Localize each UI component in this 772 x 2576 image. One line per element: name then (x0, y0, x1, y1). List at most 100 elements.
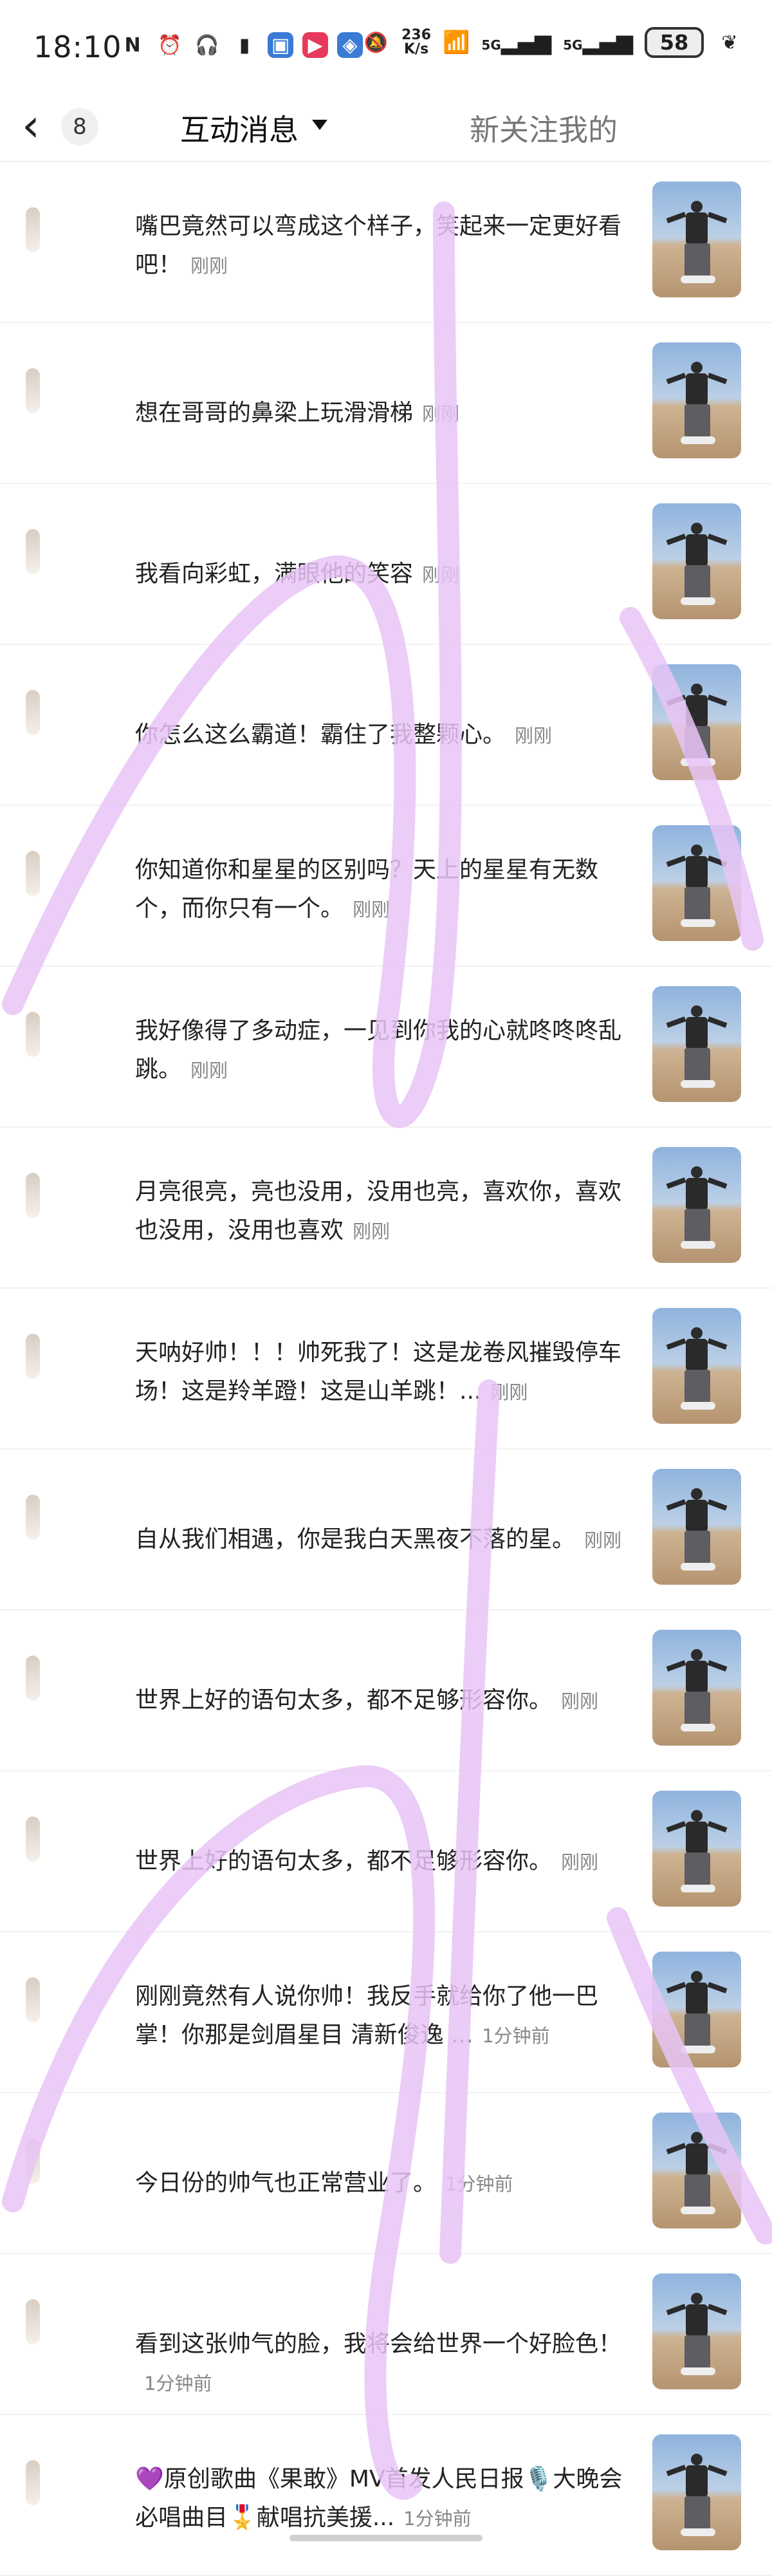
person-figure-icon (666, 201, 728, 285)
message-row[interactable]: 天呐好帅！！！帅死我了！这是龙卷风摧毁停车场！这是羚羊蹬！这是山羊跳！... 刚刚 (0, 1289, 772, 1450)
alarm-icon: ⏰ (158, 33, 182, 57)
comment-content: 想在哥哥的鼻梁上玩滑滑梯 (135, 400, 414, 426)
person-figure-icon (666, 1166, 728, 1250)
message-row[interactable]: 你怎么这么霸道！霸住了我整颗心。 刚刚 (0, 645, 772, 806)
avatar[interactable] (26, 2138, 40, 2183)
avatar[interactable] (26, 2460, 40, 2505)
person-figure-icon (666, 2132, 728, 2216)
message-row[interactable]: 今日份的帅气也正常营业了。 1分钟前 (0, 2093, 772, 2254)
message-text: 世界上好的语句太多，都不足够形容你。 刚刚 (135, 1842, 630, 1881)
tab-interactions[interactable]: 互动消息 (180, 107, 299, 149)
timestamp: 刚刚 (422, 403, 460, 425)
person-figure-icon (666, 1971, 728, 2055)
post-thumbnail[interactable] (652, 2273, 741, 2389)
timestamp: 刚刚 (490, 1381, 528, 1403)
timestamp: 刚刚 (353, 1220, 391, 1242)
dropdown-arrow-icon[interactable] (312, 120, 327, 130)
post-thumbnail[interactable] (652, 1791, 741, 1907)
post-thumbnail[interactable] (652, 1469, 741, 1585)
post-thumbnail[interactable] (652, 2113, 741, 2228)
post-thumbnail[interactable] (652, 182, 741, 297)
message-text: 刚刚竟然有人说你帅！我反手就给你了他一巴掌！你那是剑眉星目 清新俊逸 ... 1分… (135, 1977, 630, 2055)
post-thumbnail[interactable] (652, 2434, 741, 2550)
comment-content: 你怎么这么霸道！霸住了我整颗心。 (135, 722, 506, 748)
timestamp: 1分钟前 (144, 2373, 212, 2394)
message-text: 看到这张帅气的脸，我将会给世界一个好脸色！ 1分钟前 (135, 2325, 630, 2403)
post-thumbnail[interactable] (652, 986, 741, 1102)
message-row[interactable]: 看到这张帅气的脸，我将会给世界一个好脸色！ 1分钟前 (0, 2254, 772, 2415)
message-text: 今日份的帅气也正常营业了。 1分钟前 (135, 2164, 630, 2203)
post-thumbnail[interactable] (652, 1630, 741, 1746)
app-notification-icon: ▣ (268, 32, 293, 58)
avatar[interactable] (26, 529, 40, 574)
comment-content: 自从我们相遇，你是我白天黑夜不落的星。 (135, 1526, 576, 1553)
mute-icon: 🔕 (363, 31, 388, 54)
signal-icon-1: 5G▂▄▆ (481, 30, 552, 55)
message-row[interactable]: 世界上好的语句太多，都不足够形容你。 刚刚 (0, 1771, 772, 1932)
avatar[interactable] (26, 1173, 40, 1218)
timestamp: 刚刚 (515, 725, 553, 747)
message-row[interactable]: 你知道你和星星的区别吗？天上的星星有无数个，而你只有一个。 刚刚 (0, 806, 772, 967)
post-thumbnail[interactable] (652, 1952, 741, 2067)
avatar[interactable] (26, 1012, 40, 1057)
headphones-icon: 🎧 (195, 33, 219, 57)
status-right-icons: 🔕 236 K/s 📶 5G▂▄▆ 5G▂▄▆ 58 ❦ (362, 27, 744, 58)
person-figure-icon (666, 1649, 728, 1733)
timestamp: 刚刚 (190, 255, 228, 277)
network-speed: 236 K/s (401, 27, 432, 57)
avatar[interactable] (26, 1334, 40, 1379)
avatar[interactable] (26, 690, 40, 735)
tab-new-followers[interactable]: 新关注我的 (470, 107, 618, 149)
message-row[interactable]: 嘴巴竟然可以弯成这个样子，笑起来一定更好看吧！ 刚刚 (0, 162, 772, 323)
message-text: 嘴巴竟然可以弯成这个样子，笑起来一定更好看吧！ 刚刚 (135, 207, 630, 285)
top-nav: ‹ 8 互动消息 新关注我的 (0, 97, 772, 162)
comment-content: 世界上好的语句太多，都不足够形容你。 (135, 1848, 553, 1874)
message-row[interactable]: 我看向彩虹，满眼他的笑容 刚刚 (0, 484, 772, 645)
message-row[interactable]: 世界上好的语句太多，都不足够形容你。 刚刚 (0, 1610, 772, 1771)
status-left-icons: N ⏰ 🎧 ▮ ▣ ▶ ◈ (118, 31, 363, 59)
home-gesture-bar[interactable] (290, 2535, 482, 2541)
avatar[interactable] (26, 207, 40, 252)
message-row[interactable]: 自从我们相遇，你是我白天黑夜不落的星。 刚刚 (0, 1450, 772, 1610)
message-text: 💜原创歌曲《果敢》MV首发人民日报🎙️大晚会必唱曲目🎖️献唱抗美援... 1分钟前 (135, 2460, 630, 2538)
avatar[interactable] (26, 1495, 40, 1540)
avatar[interactable] (26, 851, 40, 896)
shield-app-icon: ◈ (337, 32, 363, 58)
person-figure-icon (666, 2293, 728, 2376)
person-figure-icon (666, 1488, 728, 1572)
message-row[interactable]: 月亮很亮，亮也没用，没用也亮，喜欢你，喜欢也没用，没用也喜欢 刚刚 (0, 1128, 772, 1289)
leaf-icon: ❦ (721, 31, 738, 54)
comment-content: 今日份的帅气也正常营业了。 (135, 2170, 437, 2196)
timestamp: 刚刚 (561, 1851, 599, 1873)
post-thumbnail[interactable] (652, 342, 741, 458)
person-figure-icon (666, 684, 728, 767)
avatar[interactable] (26, 1656, 40, 1701)
person-figure-icon (666, 1327, 728, 1411)
message-row[interactable]: 💜原创歌曲《果敢》MV首发人民日报🎙️大晚会必唱曲目🎖️献唱抗美援... 1分钟前 (0, 2415, 772, 2576)
video-app-icon: ▶ (302, 32, 328, 58)
post-thumbnail[interactable] (652, 1147, 741, 1263)
post-thumbnail[interactable] (652, 664, 741, 780)
message-text: 天呐好帅！！！帅死我了！这是龙卷风摧毁停车场！这是羚羊蹬！这是山羊跳！... 刚刚 (135, 1334, 630, 1412)
message-text: 我看向彩虹，满眼他的笑容 刚刚 (135, 555, 630, 594)
avatar[interactable] (26, 1816, 40, 1862)
avatar[interactable] (26, 368, 40, 413)
timestamp: 刚刚 (561, 1690, 599, 1712)
message-text: 我好像得了多动症，一见到你我的心就咚咚咚乱跳。 刚刚 (135, 1012, 630, 1090)
message-text: 想在哥哥的鼻梁上玩滑滑梯 刚刚 (135, 394, 630, 433)
message-text: 自从我们相遇，你是我白天黑夜不落的星。 刚刚 (135, 1520, 630, 1560)
post-thumbnail[interactable] (652, 825, 741, 941)
avatar[interactable] (26, 2299, 40, 2344)
nfc-icon: N (124, 33, 141, 57)
message-row[interactable]: 我好像得了多动症，一见到你我的心就咚咚咚乱跳。 刚刚 (0, 967, 772, 1128)
message-row[interactable]: 想在哥哥的鼻梁上玩滑滑梯 刚刚 (0, 323, 772, 484)
back-button[interactable]: ‹ (22, 103, 40, 148)
avatar[interactable] (26, 1977, 40, 2022)
clock: 18:10 (33, 30, 122, 64)
post-thumbnail[interactable] (652, 503, 741, 619)
comment-content: 看到这张帅气的脸，我将会给世界一个好脸色！ (135, 2331, 622, 2357)
post-thumbnail[interactable] (652, 1308, 741, 1424)
timestamp: 1分钟前 (482, 2025, 550, 2047)
message-row[interactable]: 刚刚竟然有人说你帅！我反手就给你了他一巴掌！你那是剑眉星目 清新俊逸 ... 1分… (0, 1932, 772, 2093)
message-list: 嘴巴竟然可以弯成这个样子，笑起来一定更好看吧！ 刚刚 想在哥哥的鼻梁上玩滑滑梯 刚刚我… (0, 162, 772, 2576)
